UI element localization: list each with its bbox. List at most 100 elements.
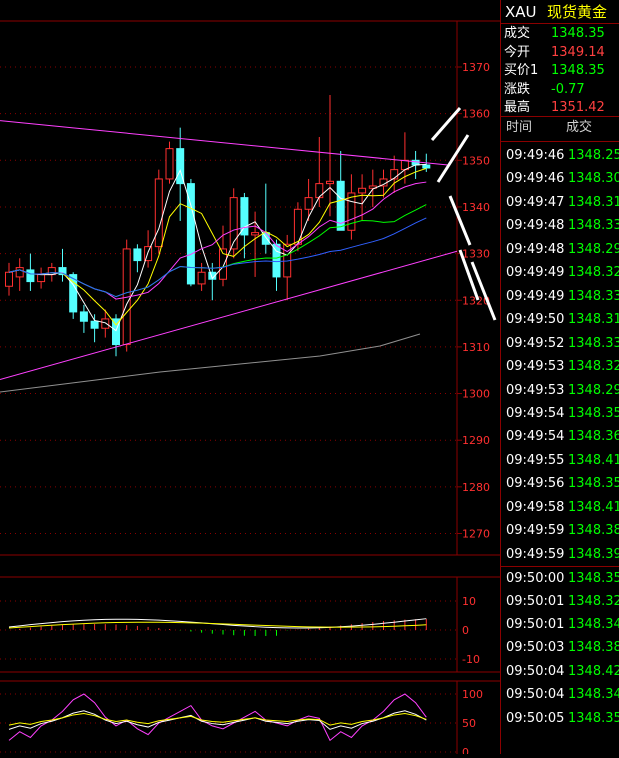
candle-down — [411, 159, 420, 166]
tick-row[interactable]: 09:49:54 1348.35 — [501, 402, 619, 426]
tick-time: 09:49:54 — [506, 429, 565, 445]
tick-row[interactable]: 09:49:47 1348.31 — [501, 191, 619, 215]
tick-price: 1348.29 — [568, 382, 619, 398]
tick-price: 1348.34 — [568, 617, 619, 632]
tick-time: 09:49:52 — [506, 335, 565, 351]
tick-time: 09:49:47 — [506, 194, 565, 210]
tick-row[interactable]: 09:50:03 1348.38 — [501, 636, 619, 660]
price-axis-label: 1360 — [462, 108, 490, 121]
tick-row[interactable]: 09:49:58 1348.41 — [501, 496, 619, 520]
price-axis-label: 1300 — [462, 388, 490, 401]
tick-row[interactable]: 09:49:53 1348.32 — [501, 355, 619, 379]
candle-up — [5, 271, 13, 287]
tick-row[interactable]: 09:50:05 1348.35 — [501, 707, 619, 731]
tick-time: 09:49:46 — [506, 148, 565, 163]
ma-long-line — [0, 333, 421, 393]
kdj-k-line — [8, 710, 427, 730]
candle-down — [90, 320, 99, 329]
tick-price: 1348.41 — [568, 452, 619, 468]
tick-row[interactable]: 09:50:00 1348.35 — [501, 566, 619, 591]
quote-label: 涨跌 — [504, 81, 531, 97]
annotation-arrow — [430, 107, 462, 141]
tick-price: 1348.38 — [568, 523, 619, 539]
tick-time: 09:49:48 — [506, 241, 565, 257]
tick-price: 1348.41 — [568, 499, 619, 515]
symbol-code: XAU — [505, 3, 537, 21]
candlestick-chart[interactable]: 1370 1360 1350 1340 1330 1320 1310 1300 1290 1280… — [0, 0, 500, 758]
tick-price: 1348.32 — [568, 265, 619, 281]
candle-up — [197, 271, 206, 285]
macd-axis-label: 0 — [462, 624, 469, 637]
ticks-header-time: 时间 — [506, 120, 533, 135]
ticks-header-price: 成交 — [566, 120, 593, 135]
tick-row[interactable]: 09:49:48 1348.29 — [501, 238, 619, 262]
quote-row: 最高 1351.42 — [501, 99, 619, 117]
tick-time: 09:49:58 — [506, 499, 565, 515]
chart-canvas[interactable]: 1370136013501340133013201310130012901280… — [0, 0, 500, 758]
tick-row[interactable]: 09:49:50 1348.31 — [501, 308, 619, 332]
tick-time: 09:49:55 — [506, 452, 565, 468]
tick-price: 1348.31 — [568, 194, 619, 210]
candle-up — [251, 232, 260, 236]
candle-down — [240, 197, 249, 236]
tick-price: 1348.25 — [568, 148, 619, 163]
macd-axis-label: 10 — [462, 595, 476, 608]
candle-up — [293, 208, 302, 245]
tick-time: 09:49:53 — [506, 359, 565, 375]
price-axis-label: 1280 — [462, 481, 490, 494]
quote-value: 1348.35 — [551, 63, 605, 79]
tick-row[interactable]: 09:49:48 1348.33 — [501, 214, 619, 238]
tick-row[interactable]: 09:49:49 1348.33 — [501, 285, 619, 309]
tick-row[interactable]: 09:49:53 1348.29 — [501, 379, 619, 403]
tick-price: 1348.30 — [568, 171, 619, 187]
quote-header: XAU 现货黄金 — [501, 0, 619, 24]
price-axis-label: 1370 — [462, 61, 490, 74]
tick-row[interactable]: 09:49:56 1348.35 — [501, 472, 619, 496]
tick-row[interactable]: 09:49:59 1348.38 — [501, 519, 619, 543]
price-axis-label: 1350 — [462, 154, 490, 167]
tick-price: 1348.32 — [568, 359, 619, 375]
tick-time: 09:50:03 — [506, 640, 565, 656]
candle-up — [315, 183, 324, 199]
tick-price: 1348.38 — [568, 640, 619, 656]
candle-down — [272, 243, 281, 278]
tick-row[interactable]: 09:49:46 1348.30 — [501, 167, 619, 191]
tick-price: 1348.35 — [568, 710, 619, 726]
tick-row[interactable]: 09:50:04 1348.42 — [501, 660, 619, 684]
quote-value: 1348.35 — [551, 26, 605, 41]
tick-time: 09:49:49 — [506, 265, 565, 281]
tick-time: 09:50:04 — [506, 687, 565, 703]
tick-row[interactable]: 09:50:01 1348.32 — [501, 590, 619, 614]
tick-time: 09:49:50 — [506, 312, 565, 328]
quote-value: 1349.14 — [551, 44, 605, 60]
tick-row[interactable]: 09:49:54 1348.36 — [501, 425, 619, 449]
tick-row[interactable]: 09:49:52 1348.33 — [501, 332, 619, 356]
tick-price: 1348.39 — [568, 546, 619, 562]
tick-price: 1348.35 — [568, 571, 619, 587]
price-axis-label: 1270 — [462, 528, 490, 541]
tick-row[interactable]: 09:50:01 1348.34 — [501, 613, 619, 637]
tick-row[interactable]: 09:49:59 1348.39 — [501, 543, 619, 567]
candle-up — [154, 178, 163, 248]
trendline — [0, 120, 449, 166]
divider — [501, 141, 619, 142]
tick-row[interactable]: 09:49:46 1348.25 — [501, 144, 619, 168]
trendline — [0, 250, 458, 381]
tick-row[interactable]: 09:50:04 1348.34 — [501, 683, 619, 707]
price-axis-label: 1340 — [462, 201, 490, 214]
candle-up — [304, 197, 313, 210]
quote-value: 1351.42 — [551, 100, 605, 116]
macd-axis-label: -10 — [462, 653, 480, 666]
candle-up — [15, 267, 24, 278]
tick-row[interactable]: 09:49:49 1348.32 — [501, 261, 619, 285]
tick-price: 1348.33 — [568, 288, 619, 304]
tick-price: 1348.33 — [568, 218, 619, 234]
tick-price: 1348.29 — [568, 241, 619, 257]
quote-label: 买价1 — [504, 63, 539, 79]
candle-up — [101, 318, 110, 329]
tick-price: 1348.33 — [568, 335, 619, 351]
quote-row: 涨跌 -0.77 — [501, 81, 619, 99]
quote-row: 今开 1349.14 — [501, 44, 619, 62]
tick-row[interactable]: 09:49:55 1348.41 — [501, 449, 619, 473]
tick-time: 09:50:00 — [506, 571, 565, 587]
